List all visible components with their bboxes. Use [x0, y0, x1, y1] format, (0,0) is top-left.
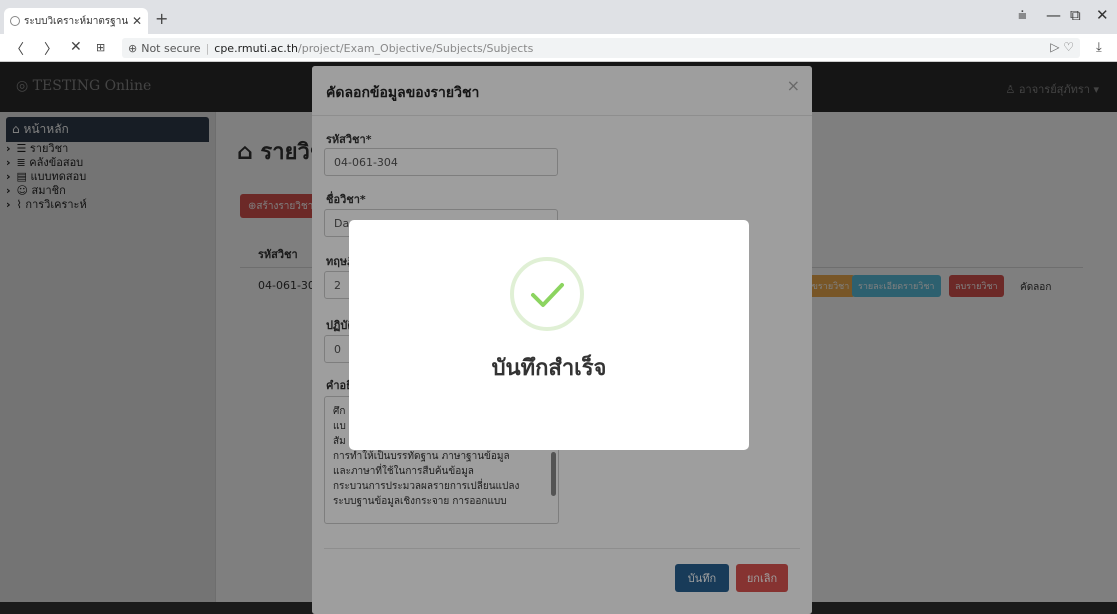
forward-icon[interactable]: 〉 [44, 39, 58, 59]
back-icon[interactable]: 〈 [10, 39, 24, 59]
tab-close-icon[interactable]: ✕ [132, 14, 142, 28]
url-path: /project/Exam_Objective/Subjects/Subject… [298, 41, 534, 55]
close-window-button[interactable]: ✕ [1096, 6, 1109, 24]
success-check-icon [510, 257, 584, 331]
url-field[interactable]: ⊕ Not secure | cpe.rmuti.ac.th /project/… [122, 38, 1080, 58]
bookmark-heart-icon[interactable]: ▷ ♡ [1050, 40, 1074, 54]
apps-grid-icon[interactable]: ⊞ [96, 41, 105, 54]
minimize-button[interactable]: — [1046, 6, 1061, 24]
browser-tab[interactable]: ระบบวิเคราะห์มาตรฐานข้อสอบ ✕ [4, 8, 148, 34]
checkmark-icon [531, 283, 564, 307]
url-divider: | [205, 41, 210, 55]
tab-title: ระบบวิเคราะห์มาตรฐานข้อสอบ [24, 15, 128, 27]
new-tab-button[interactable]: + [155, 9, 168, 28]
globe-icon: ⊕ [128, 41, 138, 55]
stop-loading-icon[interactable]: ✕ [70, 39, 82, 55]
url-host: cpe.rmuti.ac.th [214, 41, 299, 55]
success-alert: บันทึกสำเร็จ [349, 220, 749, 450]
loading-spinner-icon [10, 16, 20, 26]
browser-tab-bar: ระบบวิเคราะห์มาตรฐานข้อสอบ ✕ + ⩧ — ⧉ ✕ [0, 0, 1117, 34]
security-label[interactable]: Not secure [141, 42, 200, 55]
tab-search-icon[interactable]: ⩧ [1018, 6, 1027, 24]
restore-button[interactable]: ⧉ [1070, 6, 1081, 24]
download-icon[interactable]: ⤓ [1096, 40, 1102, 55]
success-message: บันทึกสำเร็จ [491, 356, 607, 381]
address-bar-row: 〈 〉 ✕ ⊞ ⊕ Not secure | cpe.rmuti.ac.th /… [0, 34, 1117, 62]
